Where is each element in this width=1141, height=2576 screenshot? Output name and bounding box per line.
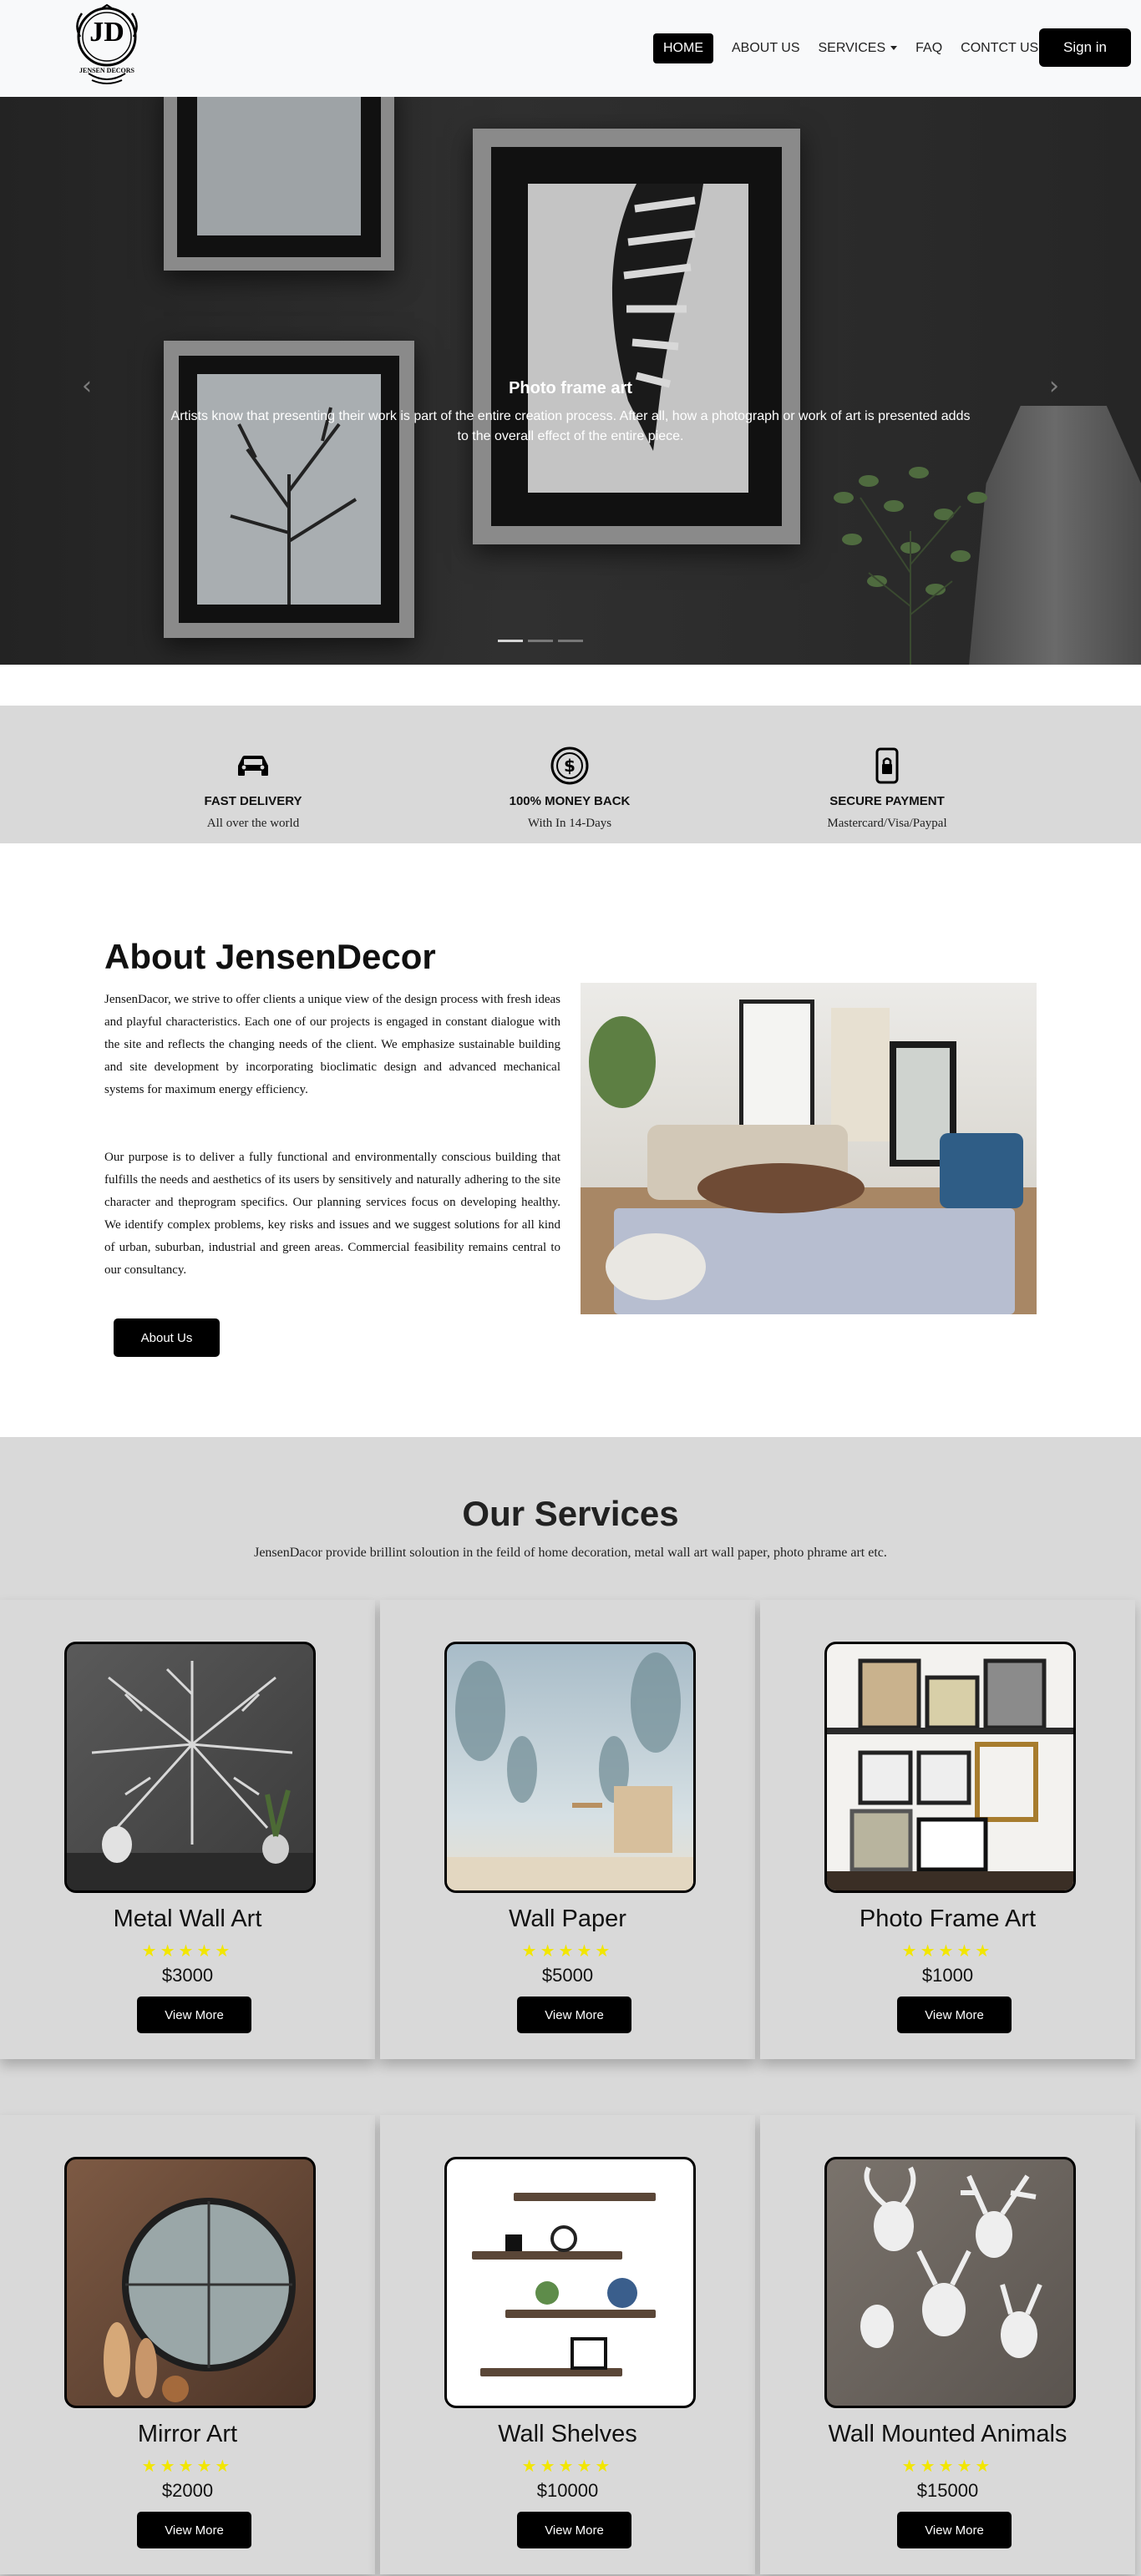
service-price: $2000: [161, 2480, 214, 2501]
view-more-button[interactable]: View More: [517, 1997, 631, 2033]
rating-stars-icon: ★★★★★: [901, 1941, 994, 1961]
service-card-mirror-art[interactable]: Mirror Art ★★★★★ $2000 View More: [0, 2115, 375, 2574]
service-image: [64, 2157, 316, 2408]
service-card-wall-mounted-animals[interactable]: Wall Mounted Animals ★★★★★ $15000 View M…: [760, 2115, 1135, 2574]
service-card-photo-frame-art[interactable]: Photo Frame Art ★★★★★ $1000 View More: [760, 1600, 1135, 2059]
about-paragraph-2: Our purpose is to deliver a fully functi…: [104, 1151, 560, 1277]
about-title: About JensenDecor: [104, 937, 436, 976]
car-icon: [238, 756, 268, 776]
service-image: [444, 1642, 696, 1893]
mirror-art-icon: [104, 2198, 296, 2402]
service-image: [824, 1642, 1076, 1893]
dollar-icon: $: [550, 746, 589, 785]
services-subtitle: JensenDacor provide brillint soloution i…: [254, 1546, 887, 1560]
hero-text: Artists know that presenting their work …: [170, 409, 971, 443]
service-name: Photo Frame Art: [859, 1905, 1037, 1932]
service-name: Wall Paper: [509, 1905, 626, 1932]
feature-secure-payment: SECURE PAYMENT Mastercard/Visa/Paypal: [762, 746, 1012, 831]
logo-monogram: JD: [89, 17, 124, 48]
chevron-left-icon: ‹: [82, 371, 92, 401]
rating-stars-icon: ★★★★★: [141, 2456, 234, 2476]
feature-money-back: $ 100% MONEY BACK With In 14-Days: [444, 746, 695, 831]
about-us-button[interactable]: About Us: [114, 1318, 220, 1357]
about-paragraph-1: JensenDacor, we strive to offer clients …: [104, 993, 560, 1096]
features-band: FAST DELIVERY All over the world $ 100% …: [0, 706, 1141, 843]
nav-faq[interactable]: FAQ: [915, 34, 942, 63]
living-room-image: [581, 983, 1037, 1314]
feature-title: SECURE PAYMENT: [829, 794, 945, 808]
rating-stars-icon: ★★★★★: [141, 1941, 234, 1961]
feature-title: 100% MONEY BACK: [509, 794, 631, 808]
service-price: $3000: [161, 1965, 214, 1986]
rating-stars-icon: ★★★★★: [521, 1941, 614, 1961]
view-more-button[interactable]: View More: [897, 1997, 1012, 2033]
sign-in-button[interactable]: Sign in: [1039, 28, 1131, 67]
services-section: Our Services JensenDacor provide brillin…: [0, 1437, 1141, 2576]
rating-stars-icon: ★★★★★: [521, 2456, 614, 2476]
service-image: [64, 1642, 316, 1893]
view-more-button[interactable]: View More: [137, 2512, 251, 2548]
service-name: Wall Shelves: [498, 2421, 637, 2447]
service-price: $10000: [536, 2480, 599, 2501]
nav-home[interactable]: HOME: [653, 33, 713, 63]
nav-services[interactable]: SERVICES: [819, 34, 898, 63]
feature-subtitle: With In 14-Days: [527, 817, 612, 830]
service-image: [824, 2157, 1076, 2408]
hero-caption: Photo frame art Artists know that presen…: [167, 379, 974, 447]
service-price: $1000: [921, 1965, 974, 1986]
metal-art-icon: [67, 1661, 313, 1890]
plant-decor-icon: [834, 467, 987, 665]
feature-subtitle: All over the world: [206, 817, 300, 830]
carousel-indicator-3[interactable]: [558, 640, 583, 642]
carousel-next-button[interactable]: ›: [1037, 361, 1071, 411]
frame-pinecone: [164, 97, 394, 271]
nav-contact-us[interactable]: CONTCT US: [961, 34, 1038, 63]
service-price: $15000: [916, 2480, 979, 2501]
svg-text:$: $: [564, 756, 576, 776]
services-title: Our Services: [462, 1494, 679, 1533]
rating-stars-icon: ★★★★★: [901, 2456, 994, 2476]
frame-zebra: [473, 129, 800, 544]
service-card-metal-wall-art[interactable]: Metal Wall Art ★★★★★ $3000 View More: [0, 1600, 375, 2059]
service-price: $5000: [541, 1965, 594, 1986]
service-name: Mirror Art: [137, 2421, 238, 2447]
main-nav: HOME ABOUT US SERVICES FAQ CONTCT US: [653, 32, 1057, 65]
carousel-indicator-1[interactable]: [498, 640, 523, 642]
nav-about-us[interactable]: ABOUT US: [732, 34, 800, 63]
feature-subtitle: Mastercard/Visa/Paypal: [827, 817, 947, 830]
feature-title: FAST DELIVERY: [204, 794, 302, 808]
service-card-wall-paper[interactable]: Wall Paper ★★★★★ $5000 View More: [380, 1600, 755, 2059]
carousel-indicator-2[interactable]: [528, 640, 553, 642]
wallpaper-art-icon: [447, 1652, 693, 1890]
view-more-button[interactable]: View More: [517, 2512, 631, 2548]
view-more-button[interactable]: View More: [137, 1997, 251, 2033]
service-image: [444, 2157, 696, 2408]
nav-services-label: SERVICES: [818, 41, 886, 55]
brand-logo[interactable]: JD JENSEN DECORS: [63, 3, 150, 90]
chevron-right-icon: ›: [1049, 371, 1059, 401]
carousel-indicators: [498, 640, 583, 642]
shelves-art-icon: [472, 2193, 656, 2376]
service-name: Metal Wall Art: [113, 1905, 262, 1932]
carousel-prev-button[interactable]: ‹: [70, 361, 104, 411]
feature-fast-delivery: FAST DELIVERY All over the world: [128, 746, 378, 831]
frames-art-icon: [827, 1658, 1073, 1890]
hero-title: Photo frame art: [509, 379, 632, 397]
lock-icon: [875, 747, 899, 784]
navbar: JD JENSEN DECORS HOME ABOUT US SERVICES …: [0, 0, 1141, 97]
service-card-wall-shelves[interactable]: Wall Shelves ★★★★★ $10000 View More: [380, 2115, 755, 2574]
hero-carousel: ‹ › Photo frame art Artists know that pr…: [0, 97, 1141, 665]
view-more-button[interactable]: View More: [897, 2512, 1012, 2548]
caret-down-icon: [890, 46, 898, 51]
logo-name: JENSEN DECORS: [79, 67, 134, 74]
animal-heads-icon: [860, 2166, 1042, 2358]
service-name: Wall Mounted Animals: [828, 2421, 1067, 2447]
